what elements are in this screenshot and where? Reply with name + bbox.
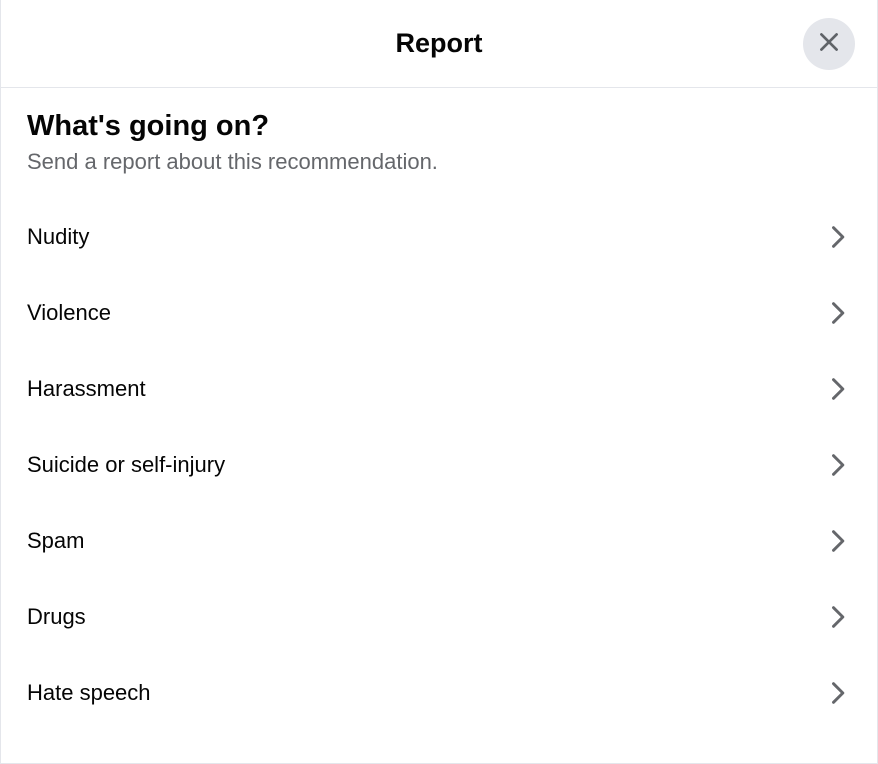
modal-header: Report: [1, 0, 877, 88]
chevron-right-icon: [823, 527, 851, 555]
report-option-hate-speech[interactable]: Hate speech: [27, 655, 851, 731]
option-label: Spam: [27, 528, 84, 554]
report-option-violence[interactable]: Violence: [27, 275, 851, 351]
report-option-drugs[interactable]: Drugs: [27, 579, 851, 655]
chevron-right-icon: [823, 223, 851, 251]
report-modal: Report What's going on? Send a report ab…: [0, 0, 878, 764]
option-label: Hate speech: [27, 680, 151, 706]
report-option-suicide-self-injury[interactable]: Suicide or self-injury: [27, 427, 851, 503]
chevron-right-icon: [823, 299, 851, 327]
chevron-right-icon: [823, 451, 851, 479]
report-option-harassment[interactable]: Harassment: [27, 351, 851, 427]
modal-content: What's going on? Send a report about thi…: [1, 88, 877, 763]
report-option-list: Nudity Violence Harassment: [27, 199, 851, 731]
chevron-right-icon: [823, 375, 851, 403]
report-option-spam[interactable]: Spam: [27, 503, 851, 579]
report-option-nudity[interactable]: Nudity: [27, 199, 851, 275]
modal-title: Report: [396, 28, 483, 59]
close-button[interactable]: [803, 18, 855, 70]
chevron-right-icon: [823, 679, 851, 707]
close-icon: [816, 29, 842, 58]
option-label: Violence: [27, 300, 111, 326]
option-label: Harassment: [27, 376, 146, 402]
option-label: Suicide or self-injury: [27, 452, 225, 478]
section-title: What's going on?: [27, 110, 851, 143]
option-label: Nudity: [27, 224, 89, 250]
option-label: Drugs: [27, 604, 86, 630]
chevron-right-icon: [823, 603, 851, 631]
section-subtitle: Send a report about this recommendation.: [27, 149, 851, 175]
